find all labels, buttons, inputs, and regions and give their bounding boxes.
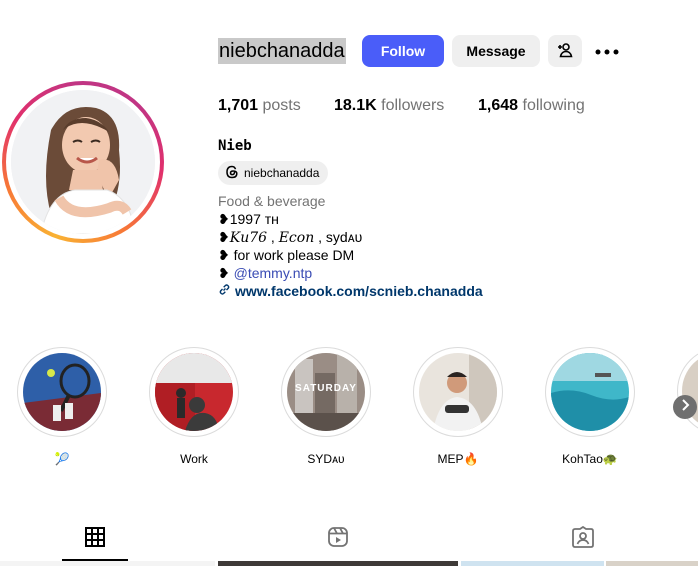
highlight-label: 🎾 <box>54 452 70 466</box>
follow-button[interactable]: Follow <box>362 35 444 67</box>
display-name: Nieb <box>218 138 252 154</box>
following-label: following <box>522 97 585 114</box>
highlight-ring: SATURDAY <box>281 347 371 437</box>
bio-sep: , syd <box>314 229 348 245</box>
highlight-ring <box>545 347 635 437</box>
posts-count-label: posts <box>262 97 301 114</box>
profile-avatar[interactable] <box>2 81 164 243</box>
bio-sep: , <box>267 229 279 245</box>
heart-icon: ❥ <box>218 211 230 227</box>
bio-line-3-text: for work please DM <box>229 247 355 263</box>
following-link[interactable]: 1,648 following <box>478 97 585 115</box>
post-thumbnail[interactable] <box>606 561 698 566</box>
external-link[interactable]: www.facebook.com/scnieb.chanadda <box>218 282 483 300</box>
highlight-label: Work <box>180 452 208 466</box>
chevron-right-icon <box>680 398 690 416</box>
highlight-item[interactable]: MEP🔥 <box>413 347 503 466</box>
tab-reels[interactable] <box>327 526 351 550</box>
avatar-photo <box>11 90 155 234</box>
heart-icon: ❥ <box>218 265 230 281</box>
followers-label: followers <box>381 97 445 114</box>
threads-icon <box>225 165 239 182</box>
reels-icon <box>327 527 349 552</box>
highlight-item[interactable]: SATURDAY SYDᴀᴜ <box>281 347 371 466</box>
highlight-cover <box>23 353 101 431</box>
bio-econ: 𝐸𝑐𝑜𝑛 <box>278 230 315 246</box>
threads-badge[interactable]: niebchanadda <box>218 161 329 185</box>
highlight-item-partial[interactable] <box>677 347 698 435</box>
highlight-cover <box>419 353 497 431</box>
highlight-item[interactable]: 🎾 <box>17 347 107 466</box>
tagged-icon <box>572 525 594 552</box>
add-person-icon <box>557 42 573 61</box>
suggest-accounts-button[interactable] <box>548 35 582 67</box>
highlight-label: MEP🔥 <box>437 452 479 466</box>
highlight-ring <box>17 347 107 437</box>
bio-line-3: ❥ for work please DM <box>218 246 354 264</box>
profile-category: Food & beverage <box>218 193 326 209</box>
followers-link[interactable]: 18.1K followers <box>334 97 444 115</box>
profile-username[interactable]: niebchanadda <box>218 38 346 64</box>
following-count-value: 1,648 <box>478 97 519 114</box>
more-options-button[interactable] <box>594 39 620 63</box>
bio-line-4: ❥ @temmy.ntp <box>218 264 312 282</box>
highlights-next-button[interactable] <box>673 395 697 419</box>
highlight-item[interactable]: KohTao🐢 <box>545 347 635 466</box>
more-horizontal-icon <box>595 42 619 60</box>
grid-icon <box>84 527 106 552</box>
posts-count-value: 1,701 <box>218 97 259 114</box>
message-button[interactable]: Message <box>452 35 540 67</box>
highlight-ring <box>149 347 239 437</box>
highlight-label: KohTao🐢 <box>562 452 618 466</box>
bio-line-1: ❥1997 ᴛʜ <box>218 210 279 228</box>
avatar-border <box>6 85 160 239</box>
mention-link[interactable]: @temmy.ntp <box>234 265 313 281</box>
heart-icon: ❥ <box>218 247 230 263</box>
bio-line-2: ❥𝐾𝑢76 , 𝐸𝑐𝑜𝑛 , sydᴀᴜ <box>218 228 362 247</box>
posts-count: 1,701 posts <box>218 97 301 115</box>
post-thumbnail[interactable] <box>461 561 604 566</box>
highlight-item[interactable]: Work <box>149 347 239 466</box>
highlight-label: SYDᴀᴜ <box>307 452 345 466</box>
highlight-overlay-text: SATURDAY <box>295 383 357 394</box>
external-link-text: www.facebook.com/scnieb.chanadda <box>235 283 483 299</box>
highlight-cover <box>551 353 629 431</box>
link-icon <box>218 282 231 300</box>
tab-posts[interactable] <box>84 526 108 550</box>
bio-line-1-text: 1997 ᴛʜ <box>229 211 279 227</box>
tab-tagged[interactable] <box>572 525 596 552</box>
threads-handle: niebchanadda <box>244 166 320 180</box>
highlight-cover <box>155 353 233 431</box>
bio-ku: 𝐾𝑢76 <box>229 230 268 246</box>
highlight-cover: SATURDAY <box>287 353 365 431</box>
post-thumbnail[interactable] <box>218 561 458 566</box>
highlight-ring <box>413 347 503 437</box>
bio-au: ᴀᴜ <box>347 229 363 245</box>
heart-icon: ❥ <box>218 229 230 245</box>
post-thumbnail[interactable] <box>0 561 215 566</box>
followers-count-value: 18.1K <box>334 97 377 114</box>
